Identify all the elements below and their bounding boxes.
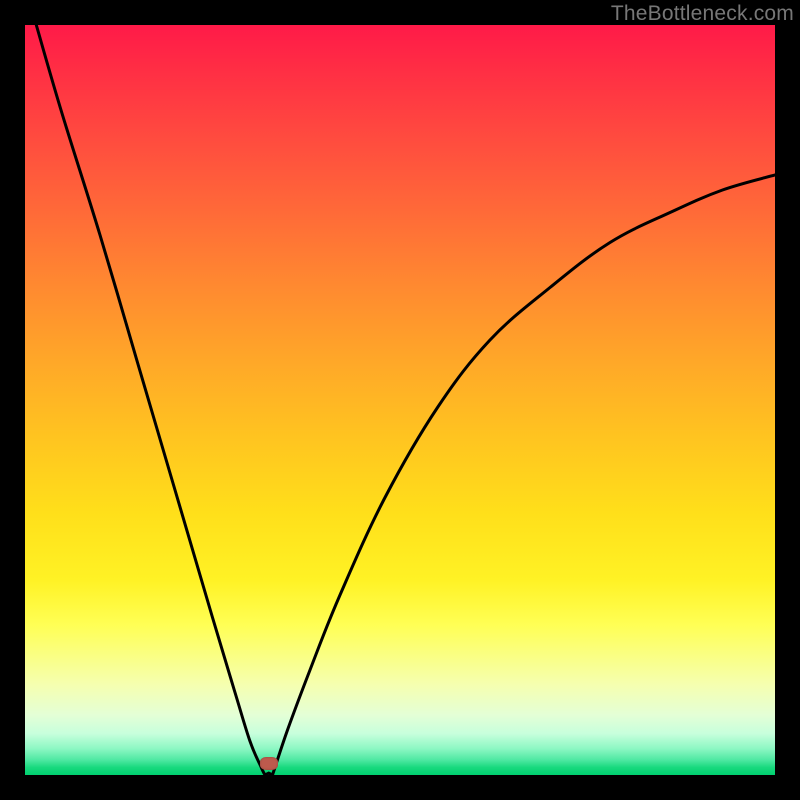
- plot-area: [25, 25, 775, 775]
- optimum-marker-icon: [260, 757, 278, 770]
- chart-container: TheBottleneck.com: [0, 0, 800, 800]
- background-gradient: [25, 25, 775, 775]
- watermark-text: TheBottleneck.com: [611, 2, 794, 26]
